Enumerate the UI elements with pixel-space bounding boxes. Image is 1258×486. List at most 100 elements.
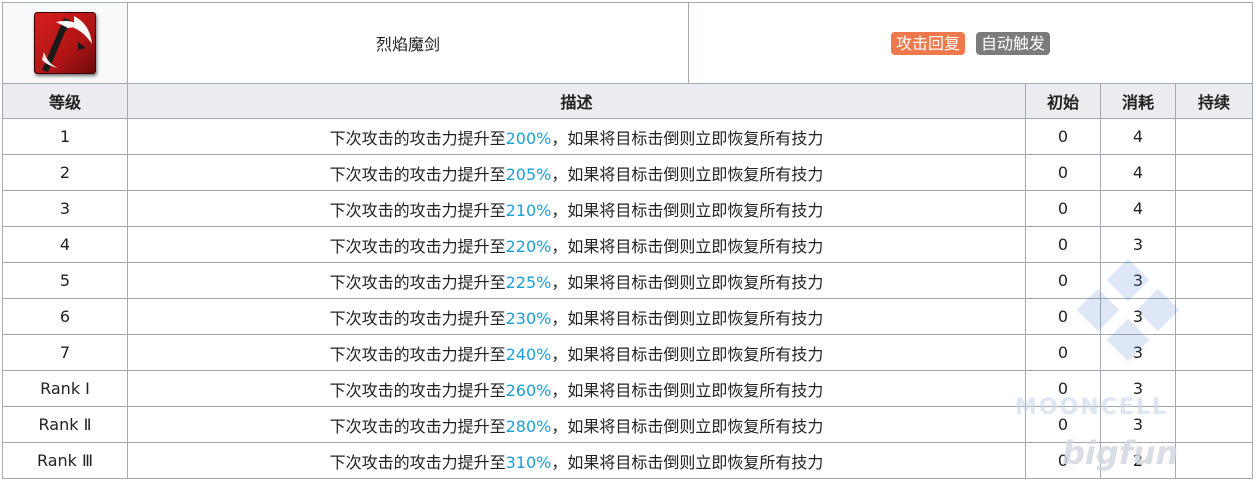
skill-level-row: 2 下次攻击的攻击力提升至205%，如果将目标击倒则立即恢复所有技力 0 4 <box>2 154 1253 191</box>
description-text: 下次攻击的攻击力提升至 <box>329 452 506 472</box>
description-cell: 下次攻击的攻击力提升至240%，如果将目标击倒则立即恢复所有技力 <box>127 334 1026 371</box>
duration-cell <box>1175 370 1253 407</box>
description-text-effect: ，如果将目标击倒则立即恢复所有技力 <box>551 308 824 328</box>
level-cell: 3 <box>2 190 128 227</box>
attack-percent-value: 210% <box>505 200 552 220</box>
description-text: 下次攻击的攻击力提升至 <box>329 380 506 400</box>
description-cell: 下次攻击的攻击力提升至200%，如果将目标击倒则立即恢复所有技力 <box>127 118 1026 155</box>
skill-level-row: 4 下次攻击的攻击力提升至220%，如果将目标击倒则立即恢复所有技力 0 3 <box>2 226 1253 263</box>
description-cell: 下次攻击的攻击力提升至230%，如果将目标击倒则立即恢复所有技力 <box>127 298 1026 335</box>
level-cell: 7 <box>2 334 128 371</box>
level-cell: 2 <box>2 154 128 191</box>
skill-level-row: 3 下次攻击的攻击力提升至210%，如果将目标击倒则立即恢复所有技力 0 4 <box>2 190 1253 227</box>
skill-level-row: Rank Ⅱ 下次攻击的攻击力提升至280%，如果将目标击倒则立即恢复所有技力 0 3 <box>2 406 1253 443</box>
duration-cell <box>1175 226 1253 263</box>
column-header-duration: 持续 <box>1175 83 1253 119</box>
duration-cell <box>1175 262 1253 299</box>
description-text: 下次攻击的攻击力提升至 <box>329 344 506 364</box>
description-cell: 下次攻击的攻击力提升至225%，如果将目标击倒则立即恢复所有技力 <box>127 262 1026 299</box>
description-cell: 下次攻击的攻击力提升至280%，如果将目标击倒则立即恢复所有技力 <box>127 406 1026 443</box>
description-text-effect: ，如果将目标击倒则立即恢复所有技力 <box>551 344 824 364</box>
attack-percent-value: 260% <box>505 380 552 400</box>
attack-percent-value: 200% <box>505 128 552 148</box>
initial-sp-cell: 0 <box>1025 370 1101 407</box>
attack-percent-value: 310% <box>505 452 552 472</box>
initial-sp-cell: 0 <box>1025 406 1101 443</box>
sp-cost-cell: 3 <box>1100 370 1176 407</box>
description-text-effect: ，如果将目标击倒则立即恢复所有技力 <box>551 416 824 436</box>
initial-sp-cell: 0 <box>1025 190 1101 227</box>
skill-level-row: Rank Ⅰ 下次攻击的攻击力提升至260%，如果将目标击倒则立即恢复所有技力 0 3 <box>2 370 1253 407</box>
description-text-effect: ，如果将目标击倒则立即恢复所有技力 <box>551 380 824 400</box>
level-cell: Rank Ⅲ <box>2 442 128 479</box>
skill-level-row: 6 下次攻击的攻击力提升至230%，如果将目标击倒则立即恢复所有技力 0 3 <box>2 298 1253 335</box>
sp-cost-cell: 3 <box>1100 226 1176 263</box>
description-cell: 下次攻击的攻击力提升至220%，如果将目标击倒则立即恢复所有技力 <box>127 226 1026 263</box>
level-cell: 6 <box>2 298 128 335</box>
description-text: 下次攻击的攻击力提升至 <box>329 236 506 256</box>
sp-cost-cell: 4 <box>1100 154 1176 191</box>
level-cell: Rank Ⅰ <box>2 370 128 407</box>
attack-percent-value: 205% <box>505 164 552 184</box>
sp-cost-cell: 3 <box>1100 334 1176 371</box>
sp-cost-cell: 3 <box>1100 406 1176 443</box>
initial-sp-cell: 0 <box>1025 262 1101 299</box>
skill-level-row: 7 下次攻击的攻击力提升至240%，如果将目标击倒则立即恢复所有技力 0 3 <box>2 334 1253 371</box>
skill-level-row: 5 下次攻击的攻击力提升至225%，如果将目标击倒则立即恢复所有技力 0 3 <box>2 262 1253 299</box>
column-header-cost: 消耗 <box>1100 83 1176 119</box>
tag-recovery-type: 攻击回复 <box>890 31 965 55</box>
duration-cell <box>1175 154 1253 191</box>
attack-percent-value: 220% <box>505 236 552 256</box>
description-text-effect: ，如果将目标击倒则立即恢复所有技力 <box>551 200 824 220</box>
description-cell: 下次攻击的攻击力提升至260%，如果将目标击倒则立即恢复所有技力 <box>127 370 1026 407</box>
initial-sp-cell: 0 <box>1025 442 1101 479</box>
column-header-description: 描述 <box>127 83 1026 119</box>
skill-levels-body: 1 下次攻击的攻击力提升至200%，如果将目标击倒则立即恢复所有技力 0 4 2 下次攻击… <box>2 118 1253 479</box>
description-text: 下次攻击的攻击力提升至 <box>329 200 506 220</box>
duration-cell <box>1175 190 1253 227</box>
skill-level-row: Rank Ⅲ 下次攻击的攻击力提升至310%，如果将目标击倒则立即恢复所有技力 0 2 <box>2 442 1253 479</box>
description-text-effect: ，如果将目标击倒则立即恢复所有技力 <box>551 128 824 148</box>
initial-sp-cell: 0 <box>1025 154 1101 191</box>
description-text: 下次攻击的攻击力提升至 <box>329 272 506 292</box>
level-cell: 4 <box>2 226 128 263</box>
column-header-initial: 初始 <box>1025 83 1101 119</box>
column-header-row: 等级 描述 初始 消耗 持续 <box>2 83 1253 119</box>
description-text: 下次攻击的攻击力提升至 <box>329 128 506 148</box>
skill-header-row: 烈焰魔剑 攻击回复 自动触发 <box>2 2 1253 84</box>
duration-cell <box>1175 334 1253 371</box>
initial-sp-cell: 0 <box>1025 334 1101 371</box>
skill-level-row: 1 下次攻击的攻击力提升至200%，如果将目标击倒则立即恢复所有技力 0 4 <box>2 118 1253 155</box>
description-text-effect: ，如果将目标击倒则立即恢复所有技力 <box>551 236 824 256</box>
description-cell: 下次攻击的攻击力提升至310%，如果将目标击倒则立即恢复所有技力 <box>127 442 1026 479</box>
attack-percent-value: 230% <box>505 308 552 328</box>
initial-sp-cell: 0 <box>1025 298 1101 335</box>
sp-cost-cell: 4 <box>1100 190 1176 227</box>
duration-cell <box>1175 118 1253 155</box>
duration-cell <box>1175 442 1253 479</box>
skill-table: 烈焰魔剑 攻击回复 自动触发 等级 描述 初始 消耗 持续 1 下次攻击的攻击力提… <box>2 2 1253 479</box>
level-cell: 5 <box>2 262 128 299</box>
description-text: 下次攻击的攻击力提升至 <box>329 416 506 436</box>
description-cell: 下次攻击的攻击力提升至210%，如果将目标击倒则立即恢复所有技力 <box>127 190 1026 227</box>
skill-tags: 攻击回复 自动触发 <box>688 2 1253 84</box>
description-text-effect: ，如果将目标击倒则立即恢复所有技力 <box>551 452 824 472</box>
description-text-effect: ，如果将目标击倒则立即恢复所有技力 <box>551 272 824 292</box>
attack-percent-value: 280% <box>505 416 552 436</box>
initial-sp-cell: 0 <box>1025 118 1101 155</box>
description-cell: 下次攻击的攻击力提升至205%，如果将目标击倒则立即恢复所有技力 <box>127 154 1026 191</box>
sp-cost-cell: 4 <box>1100 118 1176 155</box>
level-cell: 1 <box>2 118 128 155</box>
duration-cell <box>1175 406 1253 443</box>
sp-cost-cell: 2 <box>1100 442 1176 479</box>
sp-cost-cell: 3 <box>1100 262 1176 299</box>
level-cell: Rank Ⅱ <box>2 406 128 443</box>
flame-sword-skill-icon <box>34 12 96 74</box>
attack-percent-value: 225% <box>505 272 552 292</box>
sp-cost-cell: 3 <box>1100 298 1176 335</box>
attack-percent-value: 240% <box>505 344 552 364</box>
initial-sp-cell: 0 <box>1025 226 1101 263</box>
description-text: 下次攻击的攻击力提升至 <box>329 164 506 184</box>
description-text: 下次攻击的攻击力提升至 <box>329 308 506 328</box>
duration-cell <box>1175 298 1253 335</box>
